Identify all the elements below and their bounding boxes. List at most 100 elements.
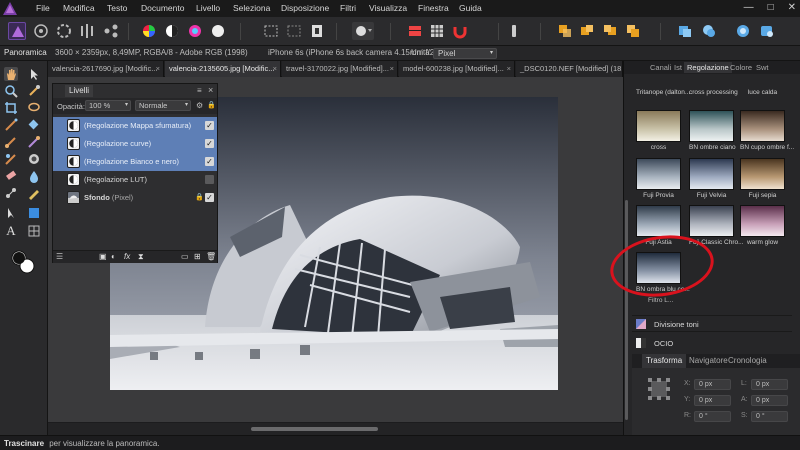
close-button[interactable]: ✕ bbox=[788, 2, 796, 14]
lasso-tool-icon[interactable] bbox=[27, 101, 41, 115]
layer-row[interactable]: Sfondo (Pixel) 🔒 ✓ bbox=[53, 189, 217, 207]
layer-row[interactable]: (Regolazione Bianco e nero) ✓ bbox=[53, 153, 217, 171]
color-swatches-icon[interactable] bbox=[10, 249, 36, 275]
select-all-icon[interactable] bbox=[285, 22, 303, 40]
live-filter-icon[interactable]: ⧗ bbox=[138, 252, 144, 262]
trash-icon[interactable]: 🗑 bbox=[206, 252, 216, 261]
adjustment-icon[interactable]: ◐ bbox=[111, 252, 116, 261]
preset-tile[interactable]: BN ombre ciano bbox=[689, 110, 736, 151]
layer-visibility-checkbox[interactable]: ✓ bbox=[205, 139, 214, 148]
x-position-field[interactable]: 0 px bbox=[694, 379, 731, 390]
layer-row[interactable]: (Regolazione Mappa sfumatura) ✓ bbox=[53, 117, 217, 135]
fx-icon[interactable]: fx bbox=[124, 252, 130, 261]
hand-tool-icon[interactable] bbox=[4, 67, 18, 81]
menu-modifica[interactable]: Modifica bbox=[63, 3, 95, 13]
rotation-field[interactable]: 0 ° bbox=[694, 411, 731, 422]
arrange-backward-icon[interactable] bbox=[578, 22, 596, 40]
tab-canali[interactable]: Canali bbox=[650, 63, 671, 72]
menu-livello[interactable]: Livello bbox=[196, 3, 220, 13]
photo-persona-icon[interactable] bbox=[8, 22, 26, 40]
tab-colore[interactable]: Colore bbox=[730, 63, 752, 72]
preset-tile[interactable]: Tritanope (dalton... bbox=[636, 87, 690, 96]
group-folder-icon[interactable]: ▭ bbox=[181, 252, 189, 261]
paint-brush-tool-icon[interactable] bbox=[4, 135, 18, 149]
invert-selection-icon[interactable] bbox=[308, 22, 326, 40]
tone-mapping-persona-icon[interactable] bbox=[78, 22, 96, 40]
move-tool-icon[interactable] bbox=[27, 67, 41, 81]
add-mask-layer-icon[interactable] bbox=[700, 22, 718, 40]
preset-tile[interactable]: BN cupo ombre f... bbox=[740, 110, 794, 151]
add-live-filter-icon[interactable] bbox=[758, 22, 776, 40]
menu-finestra[interactable]: Finestra bbox=[418, 3, 449, 13]
layer-visibility-checkbox[interactable]: ✓ bbox=[205, 157, 214, 166]
mesh-warp-tool-icon[interactable] bbox=[27, 224, 41, 238]
preset-tile[interactable]: luce calda bbox=[740, 87, 785, 96]
preset-tile[interactable]: warm glow bbox=[740, 205, 785, 246]
lock-icon[interactable]: 🔒 bbox=[207, 101, 216, 109]
y-position-field[interactable]: 0 px bbox=[694, 395, 731, 406]
layers-stack-icon[interactable]: ☰ bbox=[56, 252, 63, 261]
layer-row[interactable]: (Regolazione LUT) bbox=[53, 171, 217, 189]
arrange-back-icon[interactable] bbox=[556, 22, 574, 40]
doc-tab[interactable]: model-600238.jpg [Modified]... × bbox=[399, 61, 515, 77]
flood-fill-tool-icon[interactable] bbox=[27, 118, 41, 132]
inpainting-tool-icon[interactable] bbox=[27, 186, 41, 200]
doc-tab[interactable]: _DSC0120.NEF [Modified] (18... bbox=[516, 61, 623, 77]
clone-brush-tool-icon[interactable] bbox=[4, 152, 18, 166]
add-adjustment-icon[interactable] bbox=[734, 22, 752, 40]
eraser-tool-icon[interactable] bbox=[4, 169, 18, 183]
preset-tile[interactable]: Fuji Provia bbox=[636, 158, 681, 199]
close-icon[interactable]: × bbox=[273, 61, 277, 77]
menu-seleziona[interactable]: Seleziona bbox=[233, 3, 270, 13]
tab-istogramma[interactable]: Ist bbox=[674, 63, 682, 72]
mask-icon[interactable] bbox=[406, 22, 424, 40]
layer-visibility-checkbox[interactable]: ✓ bbox=[205, 121, 214, 130]
quick-mask-icon[interactable] bbox=[352, 22, 374, 40]
snapping-magnet-icon[interactable] bbox=[451, 22, 469, 40]
width-field[interactable]: 0 px bbox=[751, 379, 788, 390]
color-picker-tool-icon[interactable] bbox=[27, 84, 41, 98]
dodge-tool-icon[interactable] bbox=[27, 152, 41, 166]
tab-regolazione[interactable]: Regolazione bbox=[684, 62, 732, 73]
blur-brush-tool-icon[interactable] bbox=[27, 169, 41, 183]
preset-tile[interactable]: cross processing bbox=[689, 87, 738, 96]
add-pixel-layer-icon[interactable] bbox=[676, 22, 694, 40]
anchor-point-icon[interactable] bbox=[646, 376, 672, 402]
assistant-icon[interactable] bbox=[505, 22, 523, 40]
opacity-field[interactable]: 100 % ▾ bbox=[85, 100, 131, 111]
menu-documento[interactable]: Documento bbox=[141, 3, 184, 13]
maximize-button[interactable]: □ bbox=[768, 2, 774, 14]
menu-testo[interactable]: Testo bbox=[107, 3, 127, 13]
auto-white-balance-icon[interactable] bbox=[209, 22, 227, 40]
marquee-selection-icon[interactable] bbox=[262, 22, 280, 40]
export-persona-icon[interactable] bbox=[102, 22, 120, 40]
text-tool-icon[interactable]: A bbox=[4, 224, 18, 238]
scrollbar-thumb[interactable] bbox=[625, 200, 628, 420]
tab-trasforma[interactable]: Trasforma bbox=[642, 354, 687, 368]
affinity-photo-logo-icon[interactable] bbox=[2, 1, 18, 16]
height-field[interactable]: 0 px bbox=[751, 395, 788, 406]
auto-contrast-icon[interactable] bbox=[163, 22, 181, 40]
develop-persona-icon[interactable] bbox=[55, 22, 73, 40]
doc-tab[interactable]: valencia-2617690.jpg [Modific... × bbox=[48, 61, 164, 77]
arrange-front-icon[interactable] bbox=[624, 22, 642, 40]
menu-filtri[interactable]: Filtri bbox=[340, 3, 356, 13]
preset-tile[interactable]: Fuji sepia bbox=[740, 158, 785, 199]
arrange-forward-icon[interactable] bbox=[601, 22, 619, 40]
horizontal-scrollbar[interactable] bbox=[48, 423, 623, 435]
add-layer-icon[interactable]: ⊞ bbox=[194, 252, 201, 261]
shear-field[interactable]: 0 ° bbox=[751, 411, 788, 422]
menu-guida[interactable]: Guida bbox=[459, 3, 482, 13]
menu-disposizione[interactable]: Disposizione bbox=[281, 3, 329, 13]
tab-livelli[interactable]: Livelli bbox=[65, 85, 94, 97]
mask-icon[interactable]: ▣ bbox=[99, 252, 107, 261]
crop-tool-icon[interactable] bbox=[4, 101, 18, 115]
unit-select[interactable]: Pixel ▾ bbox=[433, 48, 497, 59]
gear-icon[interactable]: ⚙ bbox=[196, 101, 203, 110]
doc-tab-active[interactable]: valencia-2135605.jpg [Modific... × bbox=[165, 61, 281, 77]
zoom-tool-icon[interactable] bbox=[4, 84, 18, 98]
rectangle-tool-icon[interactable] bbox=[27, 206, 41, 220]
color-wheel-icon[interactable] bbox=[140, 22, 158, 40]
smudge-tool-icon[interactable] bbox=[27, 135, 41, 149]
lock-icon[interactable]: 🔒 bbox=[195, 193, 204, 201]
